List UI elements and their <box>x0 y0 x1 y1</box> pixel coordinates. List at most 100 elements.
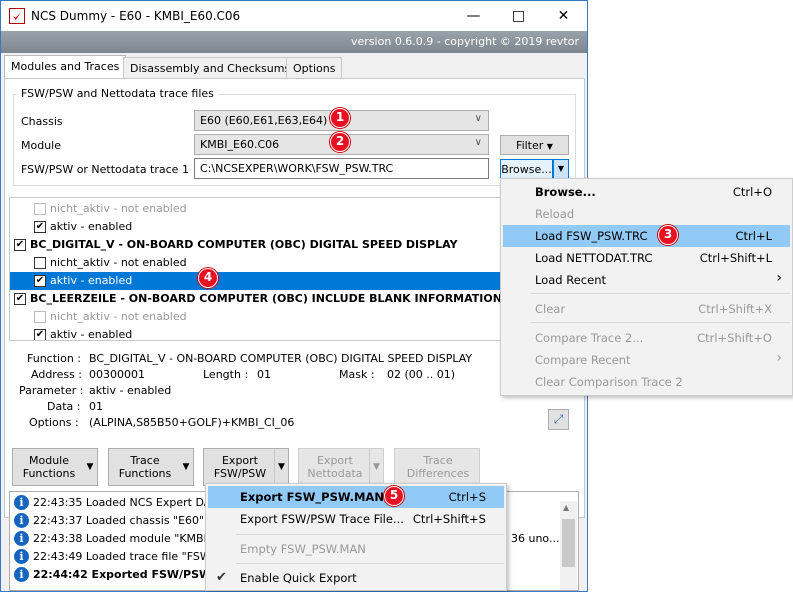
tree-checkbox[interactable]: ✔ <box>34 221 46 233</box>
menu-item-label: Load Recent <box>535 273 606 287</box>
log-overflow-text: 36 uno... <box>511 532 560 545</box>
group-title: FSW/PSW and Nettodata trace files <box>17 87 218 100</box>
parameter-label: Parameter : <box>19 384 84 397</box>
annotation-badge-5: 5 <box>384 486 404 506</box>
tree-row[interactable]: nicht_aktiv - not enabled <box>10 308 578 326</box>
menu-item[interactable]: Export FSW_PSW.MAN Ctrl+S <box>208 486 504 508</box>
menu-item-label: Export FSW/PSW Trace File... <box>240 512 404 526</box>
scroll-up-icon[interactable]: ▲ <box>563 503 569 512</box>
tree-row[interactable]: ✔ aktiv - enabled <box>10 218 578 236</box>
window-title: NCS Dummy - E60 - KMBI_E60.C06 <box>31 9 241 23</box>
menu-item[interactable]: Reload <box>503 203 790 225</box>
tree-checkbox[interactable]: ✔ <box>34 329 46 340</box>
menu-separator <box>236 534 504 535</box>
chassis-label: Chassis <box>21 115 63 128</box>
module-functions-button[interactable]: Module Functions ▼ <box>12 448 98 486</box>
tab-modules-and-traces[interactable]: Modules and Traces <box>4 55 127 79</box>
menu-item-label: Clear <box>535 302 566 316</box>
filter-button[interactable]: Filter ▼ <box>500 135 569 155</box>
button-line1: Trace <box>130 454 160 467</box>
menu-item[interactable]: Load Recent › <box>503 269 790 291</box>
details-panel: Function : BC_DIGITAL_V - ON-BOARD COMPU… <box>9 346 549 436</box>
tree-row-label: aktiv - enabled <box>50 274 133 287</box>
mask-value: 02 (00 .. 01) <box>387 368 456 381</box>
tab-options[interactable]: Options <box>286 57 343 78</box>
expand-icon[interactable]: ⤢ <box>548 409 569 430</box>
tab-disassembly[interactable]: Disassembly and Checksums <box>123 57 298 78</box>
annotation-badge-4: 4 <box>198 268 218 288</box>
maximize-button[interactable]: □ <box>496 1 541 31</box>
info-icon: i <box>14 495 29 510</box>
tree-row[interactable]: nicht_aktiv - not enabled <box>10 200 578 218</box>
chevron-down-icon: ∨ <box>474 113 482 124</box>
close-button[interactable]: ✕ <box>541 1 586 31</box>
trace-differences-button[interactable]: Trace Differences <box>394 448 480 486</box>
menu-item[interactable]: Export FSW/PSW Trace File... Ctrl+Shift+S <box>208 508 504 530</box>
menu-item-label: Empty FSW_PSW.MAN <box>240 542 366 556</box>
tree-checkbox[interactable] <box>34 257 46 269</box>
trace-functions-button[interactable]: Trace Functions ▼ <box>108 448 194 486</box>
button-line2: Differences <box>406 467 470 480</box>
info-icon: i <box>14 513 29 528</box>
menu-item-label: Compare Recent <box>535 353 631 367</box>
function-value: BC_DIGITAL_V - ON-BOARD COMPUTER (OBC) D… <box>89 352 473 365</box>
menu-item-label: Reload <box>535 207 575 221</box>
annotation-badge-1: 1 <box>330 108 350 128</box>
trace-path-input[interactable]: C:\NCSEXPER\WORK\FSW_PSW.TRC <box>194 158 489 179</box>
options-label: Options : <box>29 416 79 429</box>
button-line2: FSW/PSW <box>213 467 267 480</box>
tree-row-label: BC_DIGITAL_V - ON-BOARD COMPUTER (OBC) D… <box>30 238 458 251</box>
tree-checkbox[interactable]: ✔ <box>34 275 46 287</box>
export-nettodata-button[interactable]: Export Nettodata ▼ <box>298 448 384 486</box>
title-bar: NCS Dummy - E60 - KMBI_E60.C06 — □ ✕ <box>1 1 587 31</box>
menu-item[interactable]: Compare Trace 2... Ctrl+Shift+O <box>503 327 790 349</box>
tree-row-label: aktiv - enabled <box>50 328 133 341</box>
menu-item[interactable]: Load FSW_PSW.TRC Ctrl+L <box>503 225 790 247</box>
dropdown-arrow-icon[interactable]: ▼ <box>274 449 288 485</box>
tree-checkbox[interactable]: ✔ <box>14 239 26 251</box>
dropdown-arrow-icon: ▼ <box>182 462 190 472</box>
menu-item[interactable]: Browse... Ctrl+O <box>503 181 790 203</box>
scroll-thumb[interactable] <box>562 519 575 567</box>
options-value: (ALPINA,S85B50+GOLF)+KMBI_CI_06 <box>89 416 295 429</box>
tree-checkbox[interactable]: ✔ <box>14 293 26 305</box>
menu-item-label: Compare Trace 2... <box>535 331 644 345</box>
version-text: version 0.6.0.9 - copyright © 2019 revto… <box>351 35 579 48</box>
menu-item[interactable]: Empty FSW_PSW.MAN <box>208 538 504 560</box>
menu-item-label: Browse... <box>535 185 596 199</box>
data-value: 01 <box>89 400 103 413</box>
export-fsw-psw-button[interactable]: Export FSW/PSW ▼ <box>203 448 289 486</box>
annotation-badge-2: 2 <box>330 132 350 152</box>
submenu-arrow-icon: › <box>776 270 782 286</box>
log-text: 22:43:37 Loaded chassis "E60" (E6 <box>33 514 226 527</box>
function-tree[interactable]: nicht_aktiv - not enabled ✔ aktiv - enable… <box>9 197 579 341</box>
menu-item-label: Load NETTODAT.TRC <box>535 251 653 265</box>
button-line1: Export <box>316 454 353 467</box>
menu-item-label: Enable Quick Export <box>240 571 357 585</box>
menu-item[interactable]: Compare Recent › <box>503 349 790 371</box>
tree-row[interactable]: ✔ BC_LEERZEILE - ON-BOARD COMPUTER (OBC) … <box>10 290 578 308</box>
tree-checkbox[interactable] <box>34 311 46 323</box>
tree-row[interactable]: ✔ aktiv - enabled <box>10 326 578 341</box>
tree-checkbox[interactable] <box>34 203 46 215</box>
menu-item[interactable]: Load NETTODAT.TRC Ctrl+Shift+L <box>503 247 790 269</box>
menu-item[interactable]: ✔ Enable Quick Export <box>208 567 504 589</box>
tree-row[interactable]: ✔ BC_DIGITAL_V - ON-BOARD COMPUTER (OBC) … <box>10 236 578 254</box>
tree-row[interactable]: ✔ aktiv - enabled <box>10 272 578 290</box>
browse-dropdown-icon[interactable]: ▼ <box>553 159 569 179</box>
menu-item[interactable]: Clear Comparison Trace 2 <box>503 371 790 393</box>
log-scrollbar[interactable]: ▲ <box>560 501 577 590</box>
minimize-button[interactable]: — <box>451 1 496 31</box>
button-line2: Functions <box>118 467 172 480</box>
menu-separator <box>531 293 790 294</box>
log-text: 22:43:35 Loaded NCS Expert DATE <box>33 496 225 509</box>
browse-button[interactable]: Browse... <box>500 159 553 179</box>
menu-item[interactable]: Clear Ctrl+Shift+X <box>503 298 790 320</box>
menu-item-label: Export FSW_PSW.MAN <box>240 490 384 504</box>
tree-row-label: nicht_aktiv - not enabled <box>50 310 187 323</box>
tree-row[interactable]: nicht_aktiv - not enabled <box>10 254 578 272</box>
button-line1: Export <box>221 454 258 467</box>
browse-menu: Browse... Ctrl+O Reload Load FSW_PSW.TRC Ctr… <box>500 178 793 396</box>
trace-label: FSW/PSW or Nettodata trace 1 <box>21 163 189 176</box>
tree-row-label: nicht_aktiv - not enabled <box>50 256 187 269</box>
